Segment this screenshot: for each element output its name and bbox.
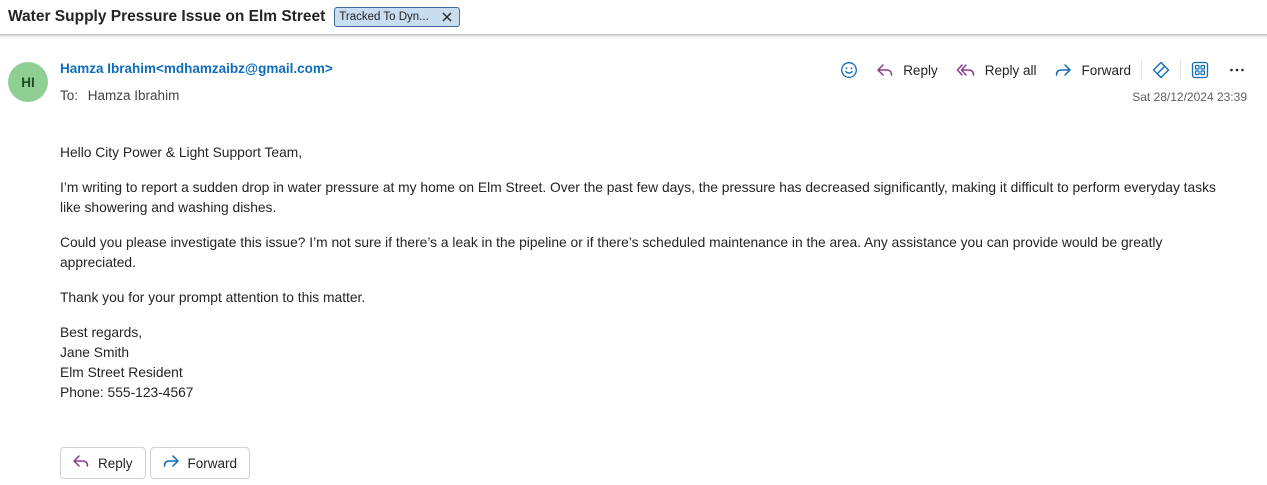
forward-label: Forward	[1081, 62, 1131, 78]
reply-label: Reply	[903, 62, 938, 78]
react-button[interactable]	[834, 56, 864, 84]
bottom-reply-button[interactable]: Reply	[60, 447, 146, 479]
recipient-name[interactable]: Hamza Ibrahim	[88, 88, 180, 103]
reply-all-label: Reply all	[984, 62, 1037, 78]
dynamics-button[interactable]	[1146, 56, 1176, 84]
email-subject: Water Supply Pressure Issue on Elm Stree…	[8, 8, 326, 25]
message-toolbar: Reply Reply all Forward	[834, 56, 1251, 84]
forward-icon	[1054, 62, 1072, 78]
close-icon[interactable]	[441, 11, 453, 23]
bottom-reply-label: Reply	[98, 455, 133, 471]
signature-phone: Phone: 555-123-4567	[60, 385, 194, 400]
body-paragraph: Could you please investigate this issue?…	[60, 235, 1163, 270]
more-icon	[1229, 62, 1245, 78]
reply-icon	[72, 453, 90, 474]
subject-bar: Water Supply Pressure Issue on Elm Stree…	[0, 0, 1267, 34]
header-divider	[0, 34, 1267, 40]
toolbar-divider	[1180, 60, 1181, 80]
greeting: Hello City Power & Light Support Team,	[60, 145, 303, 160]
more-actions-button[interactable]	[1223, 56, 1251, 84]
reply-button[interactable]: Reply	[870, 56, 944, 84]
forward-icon	[162, 453, 180, 474]
apps-button[interactable]	[1185, 56, 1215, 84]
reply-all-button[interactable]: Reply all	[950, 56, 1043, 84]
reply-icon	[876, 62, 894, 78]
signature-closing: Best regards,	[60, 325, 143, 340]
category-tag-label: Tracked To Dyn...	[339, 11, 429, 23]
sender-name[interactable]: Hamza Ibrahim<mdhamzaibz@gmail.com>	[60, 61, 333, 76]
forward-button[interactable]: Forward	[1048, 56, 1137, 84]
recipient-line: To: Hamza Ibrahim	[60, 88, 179, 103]
body-paragraph: I’m writing to report a sudden drop in w…	[60, 180, 1216, 215]
bottom-forward-button[interactable]: Forward	[149, 447, 251, 479]
to-label: To:	[60, 88, 79, 103]
body-paragraph: Thank you for your prompt attention to t…	[60, 290, 366, 305]
signature-title: Elm Street Resident	[60, 365, 183, 380]
category-tag[interactable]: Tracked To Dyn...	[334, 7, 460, 27]
emoji-icon	[840, 61, 858, 79]
signature-name: Jane Smith	[60, 345, 130, 360]
message-date: Sat 28/12/2024 23:39	[1132, 90, 1247, 104]
reply-all-icon	[956, 62, 976, 78]
quick-reply-bar: Reply Forward	[60, 447, 254, 479]
toolbar-divider	[1141, 60, 1142, 80]
message-body: Hello City Power & Light Support Team, I…	[60, 143, 1240, 403]
signature: Best regards, Jane Smith Elm Street Resi…	[60, 323, 1240, 403]
apps-icon	[1191, 61, 1209, 79]
bottom-forward-label: Forward	[187, 455, 238, 471]
dynamics-icon	[1152, 61, 1170, 79]
avatar[interactable]: HI	[8, 62, 48, 102]
